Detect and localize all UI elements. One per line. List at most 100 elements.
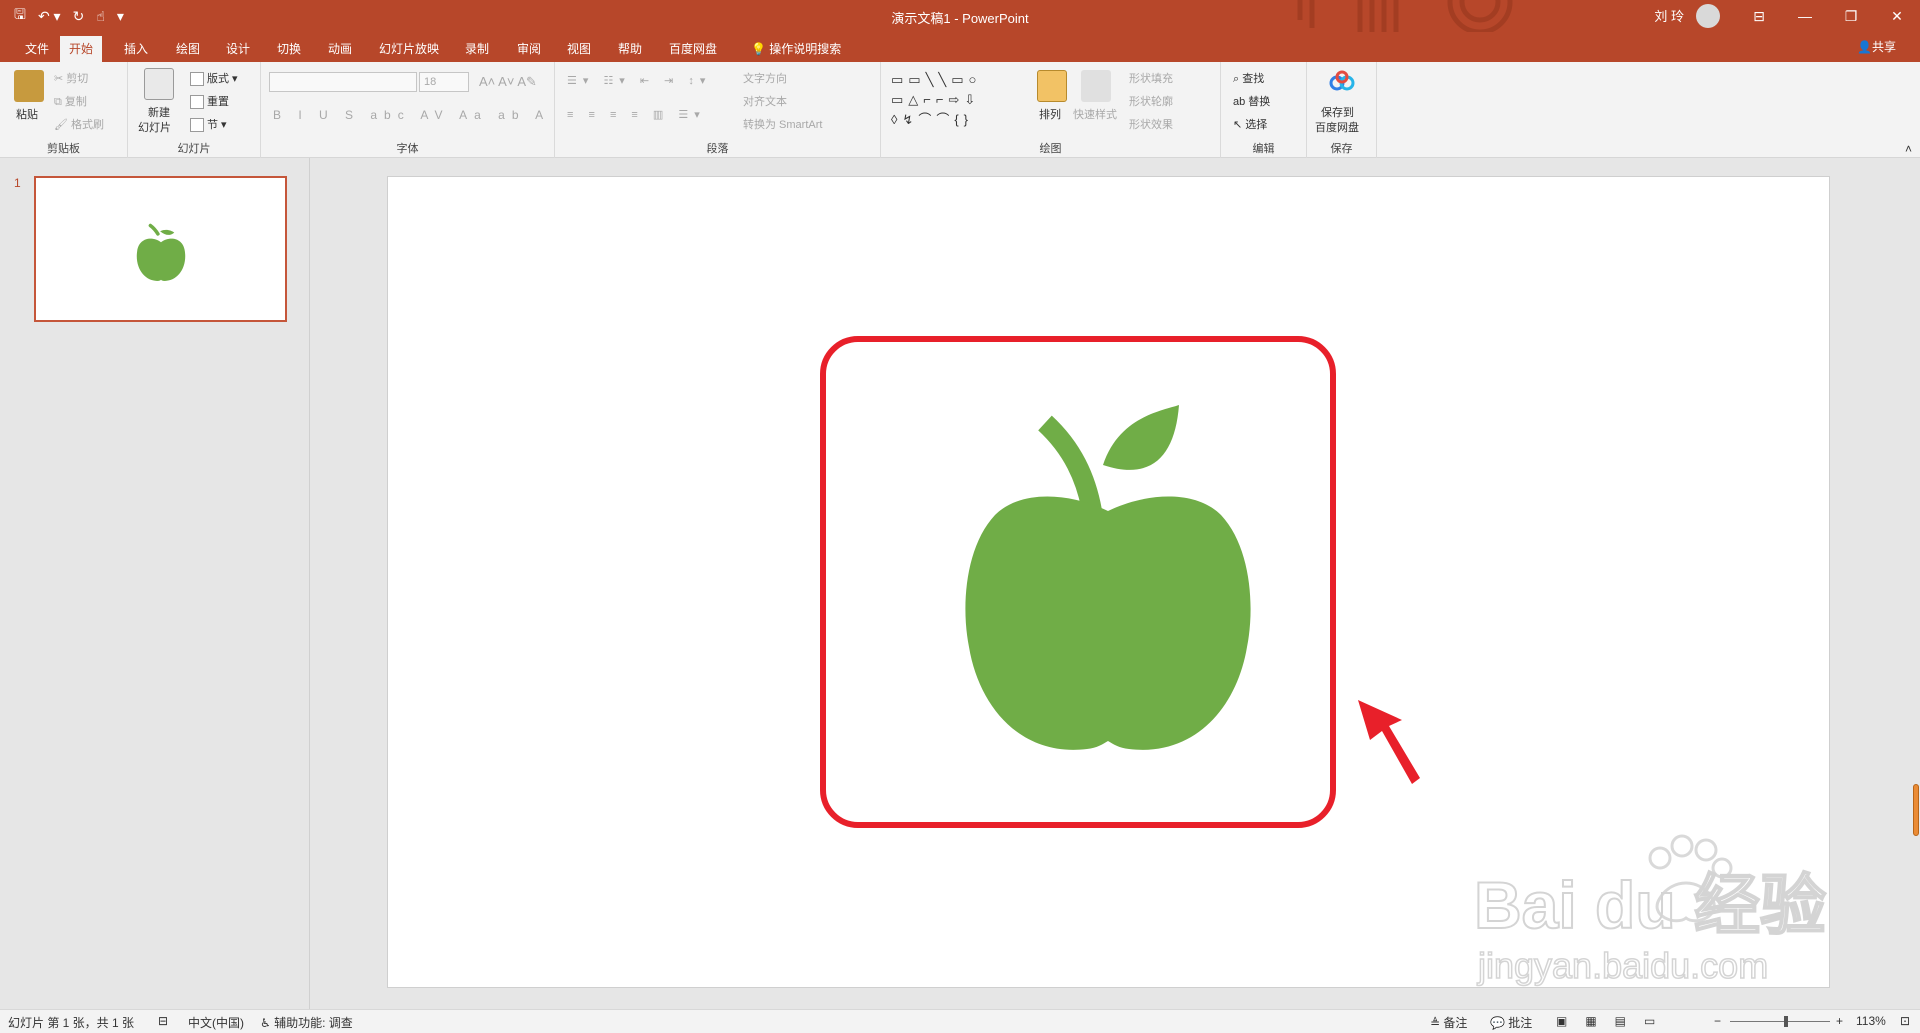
tab-tell-me[interactable]: 💡 操作说明搜索	[742, 36, 850, 62]
slides-group: 新建 幻灯片 版式 ▾ 重置 节 ▾ 幻灯片	[128, 62, 261, 158]
cut-button[interactable]: ✂ 剪切	[54, 70, 88, 86]
editing-group: ⌕ 查找 ab 替换 ↖ 选择 编辑	[1221, 62, 1307, 158]
spellcheck-icon[interactable]: ⊟	[158, 1014, 168, 1028]
tab-draw[interactable]: 绘图	[167, 36, 209, 62]
text-direction-button[interactable]: 文字方向	[743, 70, 787, 86]
language-status[interactable]: 中文(中国)	[188, 1014, 244, 1031]
reset-icon	[190, 95, 204, 110]
shape-fill-button[interactable]: 形状填充	[1129, 70, 1173, 86]
paste-icon[interactable]	[14, 70, 44, 102]
tab-transitions[interactable]: 切换	[268, 36, 310, 62]
font-size-field[interactable]: 18	[419, 72, 469, 92]
status-bar: 幻灯片 第 1 张，共 1 张 ⊟ 中文(中国) ♿ 辅助功能: 调查 ≜ 备注…	[0, 1009, 1920, 1033]
watermark-brand: Bai du 经验	[1474, 868, 1826, 942]
align-text-button[interactable]: 对齐文本	[743, 93, 787, 109]
quick-styles-icon[interactable]	[1081, 70, 1111, 102]
arrange-icon[interactable]	[1037, 70, 1067, 102]
ribbon-tabs: 文件 开始 插入 绘图 设计 切换 动画 幻灯片放映 录制 审阅 视图 帮助 百…	[0, 32, 1920, 62]
new-slide-button[interactable]: 新建	[148, 104, 170, 120]
window-title: 演示文稿1 - PowerPoint	[891, 11, 1029, 26]
share-button[interactable]: 👤共享	[1857, 38, 1896, 55]
watermark-url: jingyan.baidu.com	[1477, 945, 1768, 986]
select-button[interactable]: ↖ 选择	[1233, 116, 1267, 132]
tab-home[interactable]: 开始	[60, 36, 103, 62]
save-baidu-button[interactable]: 百度网盘	[1315, 119, 1359, 135]
view-buttons-icon[interactable]: ▣▦▤▭	[1556, 1014, 1673, 1028]
apple-icon	[136, 223, 186, 281]
search-icon: ⌕	[1233, 73, 1243, 85]
avatar[interactable]	[1696, 4, 1720, 28]
replace-button[interactable]: ab 替换	[1233, 93, 1270, 109]
replace-icon: ab	[1233, 96, 1249, 108]
ribbon-display-icon[interactable]: ⊟	[1736, 0, 1782, 32]
quick-styles-button[interactable]: 快速样式	[1073, 106, 1117, 122]
tab-view[interactable]: 视图	[558, 36, 600, 62]
new-slide-button-line2[interactable]: 幻灯片	[138, 119, 171, 135]
notes-button[interactable]: ≜ 备注	[1430, 1014, 1467, 1031]
slides-group-label: 幻灯片	[177, 143, 211, 155]
font-format-icons[interactable]: B I U S abc AV Aa ab A	[273, 108, 550, 122]
zoom-slider[interactable]	[1730, 1021, 1830, 1022]
layout-button[interactable]: 版式 ▾	[190, 70, 238, 87]
shape-outline-button[interactable]: 形状轮廓	[1129, 93, 1173, 109]
minimize-icon[interactable]: —	[1782, 0, 1828, 32]
tab-help[interactable]: 帮助	[609, 36, 651, 62]
paragraph-group-label: 段落	[706, 143, 729, 155]
tab-design[interactable]: 设计	[217, 36, 259, 62]
tab-record[interactable]: 录制	[456, 36, 498, 62]
brush-icon: 🖌	[54, 119, 72, 131]
drawing-group-label: 绘图	[1039, 143, 1062, 155]
clipboard-group-label: 剪贴板	[47, 143, 80, 155]
tab-file[interactable]: 文件	[16, 36, 58, 62]
copy-icon: ⧉	[54, 96, 65, 108]
save-group: 保存到 百度网盘 保存	[1307, 62, 1377, 158]
clipboard-group: 粘贴 ✂ 剪切 ⧉ 复制 🖌 格式刷 剪贴板	[0, 62, 128, 158]
shape-effects-button[interactable]: 形状效果	[1129, 116, 1173, 132]
vertical-scrollbar[interactable]	[1910, 158, 1920, 1009]
zoom-out-button[interactable]: −	[1714, 1014, 1721, 1028]
collapse-ribbon-icon[interactable]: ˄	[1905, 142, 1912, 156]
user-name[interactable]: 刘 玲	[1654, 6, 1684, 25]
section-button[interactable]: 节 ▾	[190, 116, 227, 133]
shapes-gallery-icon[interactable]: ▭▭╲╲▭○ ▭△⌐⌐⇨⇩ ◊↯⌒⌒{}	[891, 70, 981, 130]
font-size-controls-icon[interactable]: A˄ A˅ A✎	[479, 74, 537, 90]
paragraph-group: ☰▾ ☷▾ ⇤ ⇥ ↕▾ ≡ ≡ ≡ ≡ ▥ ☰▾ 文字方向 对齐文本 转换为 …	[555, 62, 881, 158]
tab-baidu-netdisk[interactable]: 百度网盘	[660, 36, 726, 62]
title-bar: 🖫 ↶ ▾ ↻ ☝ ▾ 演示文稿1 - PowerPoint 刘 玲 ⊟ — ❐…	[0, 0, 1920, 32]
save-group-label: 保存	[1330, 143, 1353, 155]
find-button[interactable]: ⌕ 查找	[1233, 70, 1264, 86]
accessibility-status[interactable]: ♿ 辅助功能: 调查	[260, 1014, 353, 1031]
layout-icon	[190, 72, 204, 87]
fit-to-window-icon[interactable]: ⊡	[1900, 1014, 1910, 1028]
copy-button[interactable]: ⧉ 复制	[54, 93, 87, 109]
list-buttons-icon[interactable]: ☰▾ ☷▾ ⇤ ⇥ ↕▾	[567, 74, 711, 87]
restore-icon[interactable]: ❐	[1828, 0, 1874, 32]
baidu-cloud-icon[interactable]	[1329, 70, 1355, 92]
comments-button[interactable]: 💬 批注	[1490, 1014, 1532, 1031]
zoom-slider-thumb[interactable]	[1784, 1016, 1788, 1027]
scrollbar-thumb[interactable]	[1913, 784, 1919, 836]
lightbulb-icon: 💡	[751, 42, 770, 56]
title-decoration-icon	[1297, 0, 1513, 32]
font-group: 18 A˄ A˅ A✎ B I U S abc AV Aa ab A 字体	[261, 62, 555, 158]
slide-thumbnail[interactable]	[34, 176, 287, 322]
zoom-in-button[interactable]: +	[1836, 1014, 1843, 1028]
new-slide-icon[interactable]	[144, 68, 174, 100]
baidu-jingyan-watermark-icon: Bai du 经验 jingyan.baidu.com	[1473, 834, 1827, 987]
tab-insert[interactable]: 插入	[115, 36, 157, 62]
save-to-button[interactable]: 保存到	[1321, 104, 1354, 120]
tab-review[interactable]: 审阅	[508, 36, 550, 62]
reset-button[interactable]: 重置	[190, 93, 229, 110]
arrange-button[interactable]: 排列	[1039, 106, 1061, 122]
zoom-level[interactable]: 113%	[1856, 1014, 1886, 1028]
align-buttons-icon[interactable]: ≡ ≡ ≡ ≡ ▥ ☰▾	[567, 108, 706, 121]
window-controls: ⊟ — ❐ ✕	[1736, 0, 1920, 32]
convert-smartart-button[interactable]: 转换为 SmartArt	[743, 116, 822, 132]
person-icon: 👤	[1857, 40, 1872, 54]
tab-slideshow[interactable]: 幻灯片放映	[370, 36, 448, 62]
font-name-field[interactable]	[269, 72, 417, 92]
close-icon[interactable]: ✕	[1874, 0, 1920, 32]
tab-animations[interactable]: 动画	[319, 36, 361, 62]
format-painter-button[interactable]: 🖌 格式刷	[54, 116, 104, 132]
paste-button[interactable]: 粘贴	[16, 106, 38, 122]
